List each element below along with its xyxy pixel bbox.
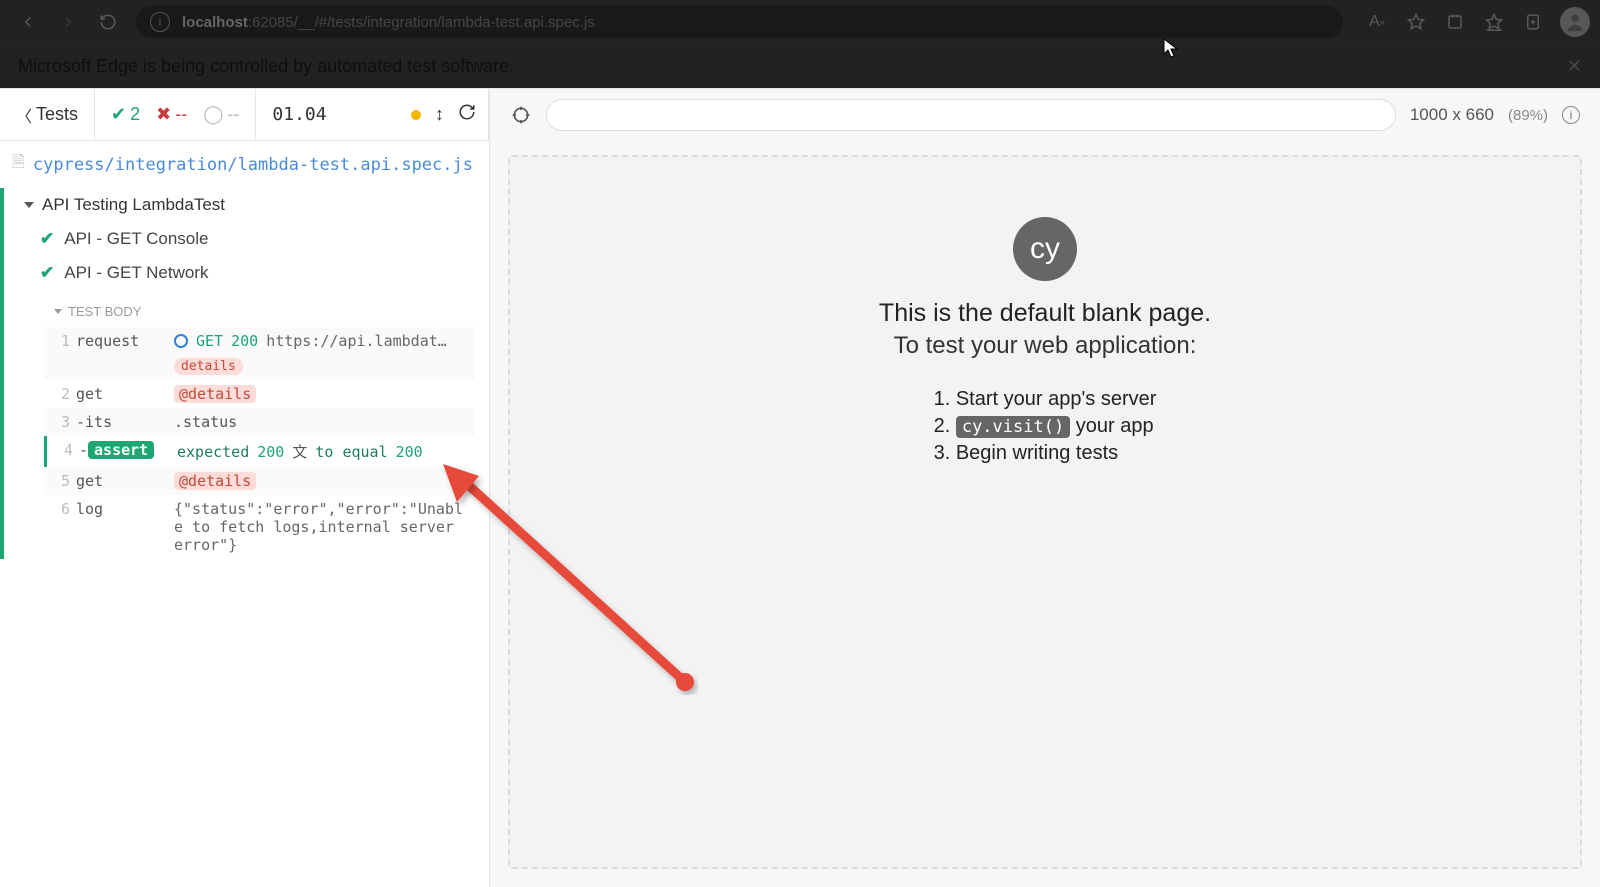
command-row[interactable]: 6 log {"status":"error","error":"Unable … (44, 495, 475, 559)
reporter-pane: 〈 Tests ✔ 2 ✖ -- ◯ -- 01.04 ↕ (0, 89, 490, 887)
banner-close-icon[interactable]: ✕ (1567, 56, 1582, 77)
test-row[interactable]: ✔ API - GET Network (4, 256, 489, 290)
resize-icon[interactable]: ↕ (435, 104, 444, 125)
restart-icon[interactable] (458, 103, 476, 126)
assert-badge: assert (88, 441, 154, 459)
command-row[interactable]: 3 -its .status (44, 408, 475, 436)
read-aloud-icon[interactable]: A» (1359, 7, 1395, 37)
extensions-icon[interactable] (1437, 7, 1473, 37)
collections-icon[interactable] (1515, 7, 1551, 37)
tests-label: Tests (36, 104, 78, 125)
back-button[interactable] (10, 7, 46, 37)
command-row[interactable]: 1 request GET 200 https://api.lambdat… d… (44, 327, 475, 380)
refresh-button[interactable] (90, 7, 126, 37)
chevron-left-icon: 〈 (16, 103, 32, 127)
chevron-down-icon (54, 309, 62, 314)
status-dot-icon (411, 110, 421, 120)
favorites-bar-icon[interactable] (1476, 7, 1512, 37)
test-body-label[interactable]: TEST BODY (44, 296, 475, 327)
chevron-down-icon (24, 202, 34, 208)
list-item: Start your app's server (934, 388, 1157, 411)
command-row[interactable]: 4 -assert expected 200 文 to equal 200 (44, 436, 475, 467)
instruction-list: Start your app's server cy.visit() your … (934, 388, 1157, 465)
aut-url-input[interactable] (546, 99, 1396, 131)
command-row[interactable]: 5 get @details (44, 467, 475, 495)
list-item: Begin writing tests (934, 442, 1157, 465)
check-icon: ✔ (40, 263, 54, 283)
alias-pill: @details (174, 385, 256, 403)
suite-header[interactable]: API Testing LambdaTest (4, 188, 489, 222)
check-icon: ✔ (40, 229, 54, 249)
failed-count: ✖ -- (156, 104, 187, 125)
info-icon[interactable]: i (1562, 106, 1580, 124)
test-name: API - GET Console (64, 229, 208, 249)
code-chip: cy.visit() (956, 416, 1070, 438)
forward-button[interactable] (50, 7, 86, 37)
viewport-size: 1000 x 660 (1410, 105, 1494, 125)
list-item: cy.visit() your app (934, 415, 1157, 438)
url-path: :62085/__/#/tests/integration/lambda-tes… (248, 14, 595, 31)
chrome-right-icons: A» (1353, 7, 1590, 37)
blank-page-heading: This is the default blank page. (570, 299, 1520, 328)
url-host: localhost (182, 14, 248, 31)
blank-page-subheading: To test your web application: (570, 332, 1520, 360)
cypress-logo-icon: cy (1013, 217, 1077, 281)
duration: 01.04 (256, 104, 342, 125)
details-pill[interactable]: details (174, 358, 243, 375)
aut-iframe: cy This is the default blank page. To te… (508, 155, 1582, 869)
passed-count: ✔ 2 (111, 104, 140, 125)
command-row[interactable]: 2 get @details (44, 380, 475, 408)
test-row[interactable]: ✔ API - GET Console (4, 222, 489, 256)
suite-title: API Testing LambdaTest (42, 195, 225, 215)
pending-count: ◯ -- (203, 104, 239, 125)
nav-buttons (10, 7, 126, 37)
browser-toolbar: i localhost:62085/__/#/tests/integration… (0, 0, 1600, 44)
profile-avatar[interactable] (1560, 7, 1590, 37)
favorite-icon[interactable] (1398, 7, 1434, 37)
file-icon: 🗎 (12, 151, 25, 178)
test-name: API - GET Network (64, 263, 208, 283)
tests-back-button[interactable]: 〈 Tests (0, 89, 95, 140)
viewport-scale: (89%) (1508, 107, 1548, 124)
selector-playground-icon[interactable] (510, 104, 532, 126)
preview-pane: 1000 x 660 (89%) i cy This is the defaul… (490, 89, 1600, 887)
site-info-icon[interactable]: i (150, 12, 170, 32)
spec-path[interactable]: cypress/integration/lambda-test.api.spec… (33, 155, 473, 175)
automation-banner: Microsoft Edge is being controlled by au… (0, 44, 1600, 88)
banner-text: Microsoft Edge is being controlled by au… (18, 56, 514, 77)
address-bar[interactable]: i localhost:62085/__/#/tests/integration… (136, 6, 1343, 38)
spinner-icon (174, 334, 188, 348)
alias-pill: @details (174, 472, 256, 490)
